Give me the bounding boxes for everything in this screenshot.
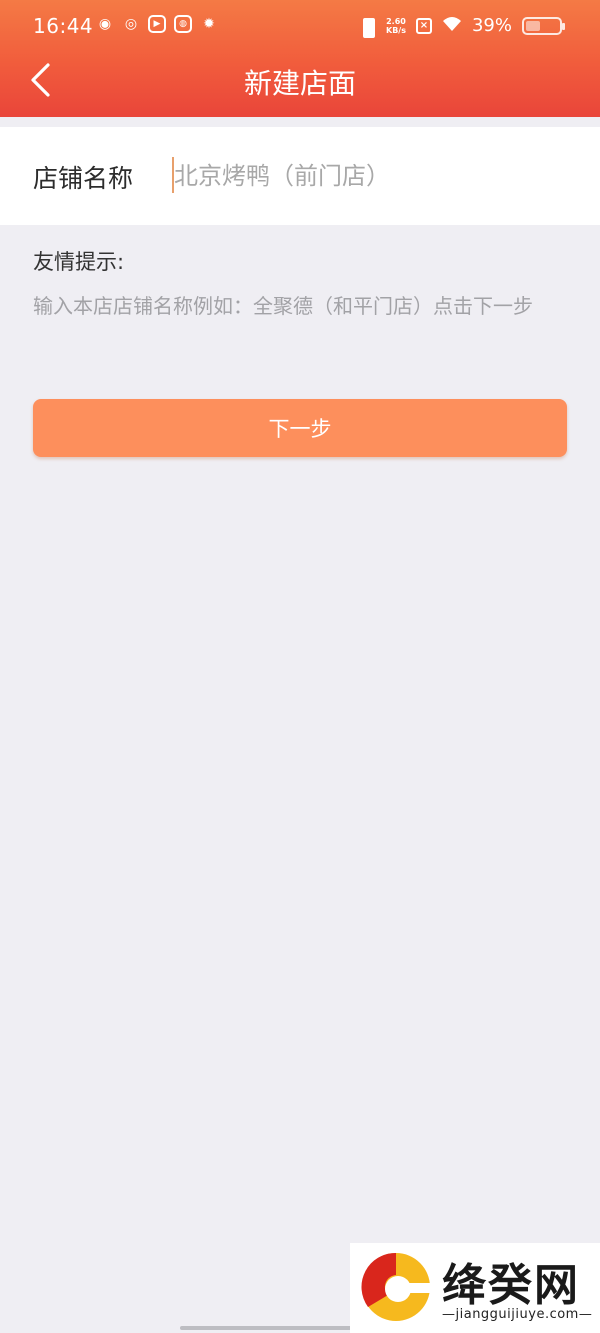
watermark-logo-icon: [361, 1252, 432, 1321]
browser-app-icon: ◍: [174, 15, 192, 33]
tip-text: 输入本店店铺名称例如：全聚德（和平门店）点击下一步: [33, 294, 533, 318]
watermark-url: —jiangguijiuye.com—: [442, 1307, 593, 1322]
watermark-name: 绛癸网: [442, 1260, 580, 1311]
network-speed-unit: KB/s: [386, 25, 406, 35]
fire-app-icon: ✹: [203, 16, 215, 32]
app-swirl-icon: ◎: [124, 16, 138, 32]
status-time: 16:44: [33, 14, 94, 38]
nav-bar: 新建店面: [0, 52, 600, 117]
battery-percent: 39%: [471, 15, 512, 36]
header: 16:44 ◉ ◎ ▶ ◍ ✹ 2.60 KB/s × 39% 新建店面: [0, 0, 600, 117]
next-step-button[interactable]: 下一步: [33, 399, 567, 457]
store-name-input[interactable]: [170, 153, 580, 199]
status-right: 2.60 KB/s × 39%: [358, 15, 565, 38]
vibrate-icon: [358, 17, 376, 38]
tip-title: 友情提示:: [33, 250, 125, 274]
store-name-label: 店铺名称: [33, 164, 134, 193]
no-sim-icon: ×: [415, 17, 432, 34]
video-app-icon: ▶: [148, 15, 166, 33]
network-speed-value: 2.60: [386, 16, 406, 26]
watermark: 绛癸网 —jiangguijiuye.com—: [350, 1243, 600, 1333]
network-speed: 2.60 KB/s: [386, 17, 406, 35]
wifi-icon: [442, 16, 462, 36]
page-title: 新建店面: [243, 67, 356, 100]
store-name-row: 店铺名称: [0, 127, 600, 225]
battery-icon: [522, 16, 565, 35]
weibo-icon: ◉: [98, 16, 112, 32]
status-bar: 16:44 ◉ ◎ ▶ ◍ ✹ 2.60 KB/s × 39%: [0, 0, 600, 52]
notification-icons: ◉ ◎ ▶ ◍ ✹: [96, 15, 218, 33]
page: 16:44 ◉ ◎ ▶ ◍ ✹ 2.60 KB/s × 39% 新建店面 店铺名…: [0, 0, 600, 1333]
